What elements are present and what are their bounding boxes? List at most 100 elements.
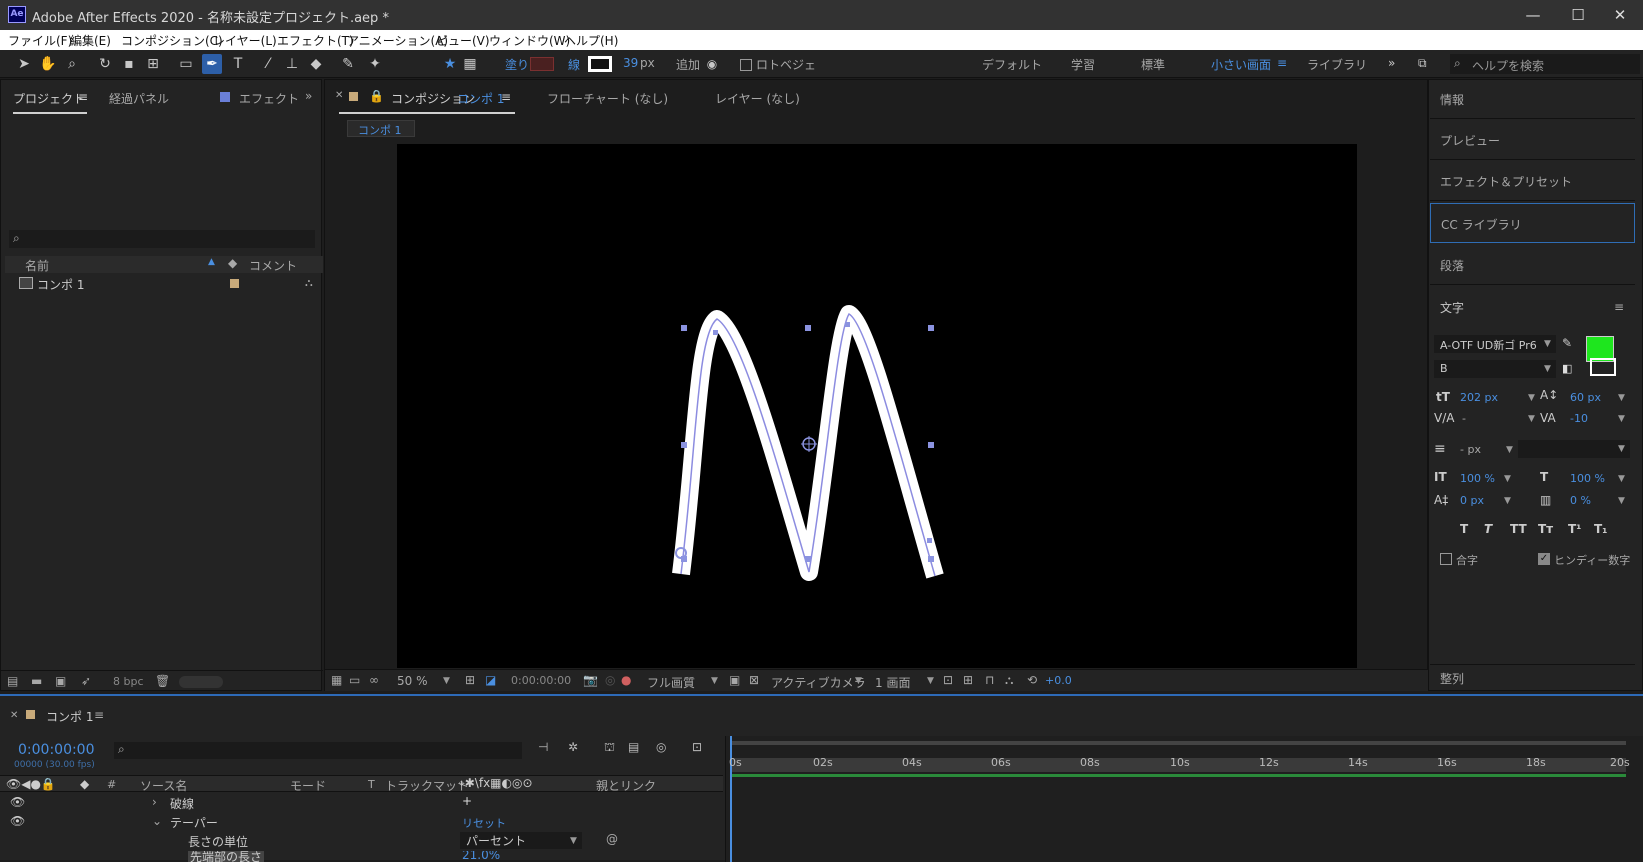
timeline-property-row[interactable]: 👁 ⌄ テーパー リセット — [0, 813, 725, 832]
taper-reset-link[interactable]: リセット — [462, 815, 506, 831]
rotate-tool-icon[interactable]: ↻ — [95, 54, 115, 74]
char-stroke-width-value[interactable]: - px — [1460, 443, 1481, 456]
menu-animation[interactable]: アニメーション(A) — [347, 32, 448, 49]
panel-effects-presets[interactable]: エフェクト＆プリセット — [1430, 161, 1635, 201]
column-mode[interactable]: モード — [290, 777, 326, 794]
faux-italic-icon[interactable]: T — [1484, 522, 1492, 536]
flowchart-icon[interactable]: ⛬ — [305, 276, 313, 290]
zoom-dropdown[interactable]: 50 % — [397, 674, 428, 688]
bounding-handle[interactable] — [805, 325, 811, 331]
timeline-graph[interactable] — [725, 736, 1643, 862]
font-size-value[interactable]: 202 px — [1460, 391, 1498, 404]
zoom-tool-icon[interactable]: ⌕ — [62, 54, 82, 74]
hand-tool-icon[interactable]: ✋ — [38, 54, 58, 74]
workspace-small-screen[interactable]: 小さい画面 — [1211, 56, 1271, 73]
length-units-dropdown[interactable]: パーセント ▼ — [460, 832, 582, 849]
roto-brush-tool-icon[interactable]: ✎ — [338, 54, 358, 74]
fill-swatch[interactable] — [530, 57, 554, 71]
menu-effect[interactable]: エフェクト(T) — [277, 32, 354, 49]
stroke-color-swatch[interactable] — [1590, 358, 1616, 376]
new-composition-icon[interactable]: ▣ — [55, 674, 66, 688]
stroke-width-value[interactable]: 39 — [623, 56, 638, 70]
composition-mini-flowchart-icon[interactable]: ⊣ — [538, 740, 548, 754]
reset-exposure-icon[interactable]: ⟲ — [1027, 673, 1037, 687]
resolution-dropdown[interactable]: フル画質 — [647, 674, 695, 691]
column-trackmatte[interactable]: トラックマット — [385, 777, 469, 794]
timeline-tab-menu-icon[interactable]: ≡ — [94, 708, 104, 722]
add-dash-button[interactable]: + — [462, 794, 472, 808]
bounding-handle[interactable] — [928, 442, 934, 448]
stroke-swatch[interactable] — [588, 56, 612, 72]
tab-flowchart[interactable]: フローチャート (なし) — [547, 90, 668, 107]
workspace-standard[interactable]: 標準 — [1141, 56, 1165, 73]
tab-project[interactable]: プロジェクト — [13, 90, 85, 107]
baseline-shift-value[interactable]: 0 px — [1460, 494, 1484, 507]
camera-dropdown[interactable]: アクティブカメラ — [771, 674, 866, 691]
panel-align[interactable]: 整列 — [1430, 664, 1635, 690]
panel-character-title[interactable]: 文字 — [1440, 299, 1464, 316]
eraser-tool-icon[interactable]: ◆ — [306, 54, 326, 74]
label-column-icon[interactable]: ◆ — [228, 256, 237, 270]
tab-progress[interactable]: 経過パネル — [109, 90, 169, 107]
lock-icon[interactable]: 🔒 — [369, 89, 384, 103]
show-snapshot-icon[interactable]: ◎ — [605, 673, 615, 687]
column-name[interactable]: 名前 — [25, 257, 49, 274]
workspace-learn[interactable]: 学習 — [1071, 56, 1095, 73]
menu-composition[interactable]: コンポジション(C) — [121, 32, 223, 49]
visibility-eye-icon[interactable]: 👁 — [10, 795, 25, 809]
search-help-toggle-icon[interactable]: ⧉ — [1418, 56, 1427, 71]
fill-label[interactable]: 塗り — [505, 56, 529, 73]
ligature-checkbox[interactable] — [1440, 553, 1452, 565]
timeline-search-input[interactable]: ⌕ — [114, 742, 522, 759]
label-color-swatch[interactable] — [230, 279, 239, 288]
interpret-footage-icon[interactable]: ▤ — [7, 674, 18, 688]
timeline-property-row[interactable]: 長さの単位 パーセント ▼ @ — [0, 832, 725, 851]
snapshot-icon[interactable]: 📷 — [583, 673, 598, 687]
tab-composition-name[interactable]: コンポ 1 — [457, 90, 504, 107]
current-time-indicator[interactable] — [730, 736, 732, 862]
motion-blur-icon[interactable]: ◎ — [656, 740, 666, 754]
menu-view[interactable]: ビュー(V) — [436, 32, 490, 49]
panel-cc-libraries[interactable]: CC ライブラリ — [1430, 203, 1635, 243]
work-area-bar[interactable] — [730, 741, 1626, 745]
menu-help[interactable]: ヘルプ(H) — [564, 32, 618, 49]
timeline-property-row[interactable]: 先端部の長さ 21.0% — [0, 851, 725, 862]
workspace-default[interactable]: デフォルト — [982, 56, 1042, 73]
bounding-handle[interactable] — [681, 442, 687, 448]
mask-visibility-icon[interactable]: ◪ — [485, 673, 496, 687]
graph-editor-icon[interactable]: ⊡ — [692, 740, 702, 754]
exposure-value[interactable]: +0.0 — [1045, 674, 1072, 687]
bounding-handle[interactable] — [805, 556, 811, 562]
vertical-scale-value[interactable]: 100 % — [1460, 472, 1495, 485]
more-workspaces-icon[interactable]: » — [1388, 56, 1395, 70]
subscript-icon[interactable]: T₁ — [1594, 522, 1607, 536]
bounding-handle[interactable] — [928, 556, 934, 562]
timeline-property-row[interactable]: 👁 › 破線 + — [0, 794, 725, 813]
path-vertex[interactable] — [713, 330, 718, 335]
clone-stamp-tool-icon[interactable]: ⊥ — [282, 54, 302, 74]
eyedropper-icon[interactable]: ✎ — [1562, 336, 1572, 350]
chevron-right-icon[interactable]: › — [152, 795, 157, 809]
vr-goggles-icon[interactable]: ∞ — [369, 673, 379, 687]
sort-up-icon[interactable]: ▲ — [208, 257, 215, 267]
character-menu-icon[interactable]: ≡ — [1614, 300, 1624, 314]
black-white-swatch-icon[interactable]: ◧ — [1562, 362, 1572, 375]
safe-margins-icon[interactable]: ⊞ — [465, 673, 475, 687]
selection-tool-icon[interactable]: ➤ — [14, 54, 34, 74]
close-tab-icon[interactable]: ✕ — [10, 710, 18, 721]
column-parent-link[interactable]: 親とリンク — [596, 777, 656, 794]
timeline-icon[interactable]: ⊓ — [985, 673, 994, 687]
menu-file[interactable]: ファイル(F) — [8, 32, 72, 49]
composition-canvas[interactable] — [397, 144, 1357, 668]
expression-link-icon[interactable]: @ — [606, 832, 618, 846]
comp-tab-menu-icon[interactable]: ≡ — [501, 90, 511, 104]
project-search-input[interactable]: ⌕ — [9, 230, 315, 248]
workspace-libraries[interactable]: ライブラリ — [1307, 56, 1367, 73]
star-icon[interactable]: ★ — [440, 54, 460, 74]
path-vertex[interactable] — [927, 538, 932, 543]
tracking-value[interactable]: -10 — [1570, 412, 1588, 425]
rotobezier-checkbox[interactable] — [740, 59, 752, 71]
flowchart-icon[interactable]: ⛬ — [1005, 673, 1013, 688]
minimize-button[interactable]: — — [1513, 5, 1553, 25]
all-caps-icon[interactable]: TT — [1510, 522, 1527, 536]
